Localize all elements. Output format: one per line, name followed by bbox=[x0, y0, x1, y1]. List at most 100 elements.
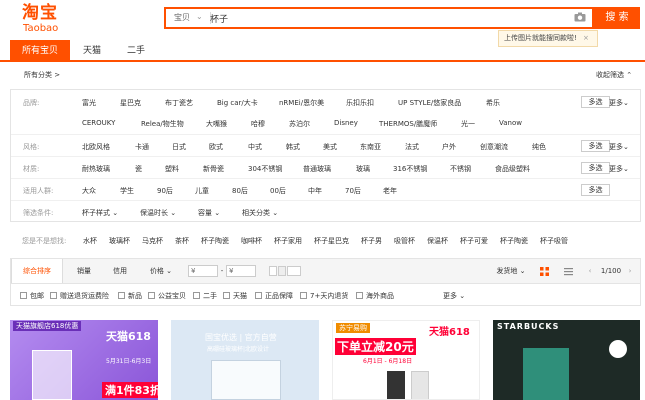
attr-option[interactable]: nRMEi/恩尔美 bbox=[279, 98, 324, 108]
checkbox[interactable] bbox=[356, 292, 363, 299]
related-search-word[interactable]: 马克杯 bbox=[142, 236, 163, 246]
checkbox[interactable] bbox=[20, 292, 27, 299]
attr-option[interactable]: THERMOS/膳魔师 bbox=[379, 119, 437, 129]
attr-option[interactable]: 瓷 bbox=[135, 164, 142, 174]
checkbox[interactable] bbox=[255, 292, 262, 299]
checkbox[interactable] bbox=[223, 292, 230, 299]
attr-option[interactable]: UP STYLE/悠家良品 bbox=[398, 98, 461, 108]
filter-second-hand[interactable]: 二手 bbox=[193, 291, 217, 301]
related-search-word[interactable]: 玻璃杯 bbox=[109, 236, 130, 246]
view-toggle-icon[interactable] bbox=[278, 266, 286, 276]
multi-select-button[interactable]: 多选 bbox=[581, 162, 610, 174]
attr-option[interactable]: 食品级塑料 bbox=[495, 164, 530, 174]
filter-7day-return[interactable]: 7+天内退货 bbox=[300, 291, 348, 301]
product-card[interactable]: 国宝优选 | 官方自营 高硼硅玻璃杯|北欧设计 bbox=[171, 320, 319, 400]
camera-icon[interactable] bbox=[574, 12, 586, 22]
attr-option[interactable]: 日式 bbox=[172, 142, 186, 152]
search-button[interactable]: 搜 索 bbox=[594, 7, 640, 29]
attr-option[interactable]: 法式 bbox=[405, 142, 419, 152]
attr-option[interactable]: 布丁瓷艺 bbox=[165, 98, 193, 108]
grid-view-icon[interactable] bbox=[540, 267, 549, 276]
attr-option[interactable]: 老年 bbox=[383, 186, 397, 196]
filter-charity[interactable]: 公益宝贝 bbox=[148, 291, 186, 301]
breadcrumb[interactable]: 所有分类 > bbox=[24, 70, 60, 80]
more-button[interactable]: 更多⌄ bbox=[609, 164, 629, 174]
chevron-down-icon[interactable]: ⌄ bbox=[196, 12, 203, 21]
filter-genuine[interactable]: 正品保障 bbox=[255, 291, 293, 301]
next-page-icon[interactable]: › bbox=[625, 259, 635, 283]
attr-option[interactable]: 新骨瓷 bbox=[203, 164, 224, 174]
multi-select-button[interactable]: 多选 bbox=[581, 184, 610, 196]
filter-overseas[interactable]: 海外商品 bbox=[356, 291, 394, 301]
sort-price[interactable]: 价格 ⌄ bbox=[141, 259, 181, 283]
related-search-word[interactable]: 杯子陶瓷 bbox=[201, 236, 229, 246]
filters-more-button[interactable]: 更多 ⌄ bbox=[443, 291, 465, 301]
related-search-word[interactable]: 杯子男 bbox=[361, 236, 382, 246]
attr-option[interactable]: 00后 bbox=[270, 186, 286, 196]
taobao-logo[interactable]: 淘宝 Taobao bbox=[22, 4, 70, 35]
condition-dropdown[interactable]: 保温时长 ⌄ bbox=[140, 208, 176, 218]
search-input[interactable] bbox=[210, 11, 570, 25]
attr-option[interactable]: 中式 bbox=[248, 142, 262, 152]
attr-option[interactable]: 星巴克 bbox=[120, 98, 141, 108]
attr-option[interactable]: 学生 bbox=[120, 186, 134, 196]
attr-option[interactable]: 户外 bbox=[442, 142, 456, 152]
attr-option[interactable]: 塑料 bbox=[165, 164, 179, 174]
related-search-word[interactable]: 保温杯 bbox=[427, 236, 448, 246]
attr-option[interactable]: 80后 bbox=[232, 186, 248, 196]
attr-option[interactable]: Vanow bbox=[499, 119, 522, 127]
attr-option[interactable]: 哈穆 bbox=[251, 119, 265, 129]
condition-dropdown[interactable]: 容量 ⌄ bbox=[198, 208, 220, 218]
condition-dropdown[interactable]: 相关分类 ⌄ bbox=[242, 208, 278, 218]
attr-option[interactable]: 中年 bbox=[308, 186, 322, 196]
checkbox[interactable] bbox=[300, 292, 307, 299]
related-search-word[interactable]: 水杯 bbox=[83, 236, 97, 246]
attr-option[interactable]: 创意潮流 bbox=[480, 142, 508, 152]
filter-new[interactable]: 新品 bbox=[118, 291, 142, 301]
collapse-filter-button[interactable]: 收起筛选 ⌃ bbox=[596, 70, 632, 80]
ship-from-select[interactable]: 发货地 ⌄ bbox=[491, 259, 531, 283]
more-button[interactable]: 更多⌄ bbox=[609, 142, 629, 152]
related-search-word[interactable]: 杯子家用 bbox=[274, 236, 302, 246]
attr-option[interactable]: 90后 bbox=[157, 186, 173, 196]
tab-tmall[interactable]: 天猫 bbox=[72, 40, 112, 62]
more-button[interactable]: 更多⌄ bbox=[609, 98, 629, 108]
attr-option[interactable]: 大众 bbox=[82, 186, 96, 196]
checkbox[interactable] bbox=[148, 292, 155, 299]
related-search-word[interactable]: 杯子星巴克 bbox=[314, 236, 349, 246]
attr-option[interactable]: Big car/大卡 bbox=[217, 98, 258, 108]
tab-all-items[interactable]: 所有宝贝 bbox=[10, 40, 70, 62]
condition-dropdown[interactable]: 杯子样式 ⌄ bbox=[82, 208, 118, 218]
related-search-word[interactable]: 杯子可爱 bbox=[460, 236, 488, 246]
attr-option[interactable]: 光一 bbox=[461, 119, 475, 129]
price-min-input[interactable]: ¥ bbox=[188, 265, 218, 277]
attr-option[interactable]: 纯色 bbox=[532, 142, 546, 152]
attr-option[interactable]: 耐热玻璃 bbox=[82, 164, 110, 174]
attr-option[interactable]: 乐扣乐扣 bbox=[346, 98, 374, 108]
product-card[interactable]: STARBUCKS bbox=[493, 320, 640, 400]
price-max-input[interactable]: ¥ bbox=[226, 265, 256, 277]
attr-option[interactable]: CEROUKY bbox=[82, 119, 115, 127]
attr-option[interactable]: 富光 bbox=[82, 98, 96, 108]
related-search-word[interactable]: 茶杯 bbox=[175, 236, 189, 246]
attr-option[interactable]: 70后 bbox=[345, 186, 361, 196]
attr-option[interactable]: 卡通 bbox=[135, 142, 149, 152]
sort-credit[interactable]: 信用 bbox=[105, 259, 135, 283]
product-card[interactable]: 天猫旗舰店618优惠 天猫618 5月31日-6月3日 满1件83折 bbox=[10, 320, 158, 400]
attr-option[interactable]: 希乐 bbox=[486, 98, 500, 108]
attr-option[interactable]: 韩式 bbox=[286, 142, 300, 152]
related-search-word[interactable]: 咖啡杯 bbox=[241, 236, 262, 246]
multi-select-button[interactable]: 多选 bbox=[581, 96, 610, 108]
related-search-word[interactable]: 杯子陶瓷 bbox=[500, 236, 528, 246]
product-card[interactable]: 苏宁易购 天猫618 下单立减20元 6月1日 - 6月18日 bbox=[332, 320, 480, 400]
search-scope-select[interactable]: 宝贝 bbox=[174, 12, 190, 23]
filter-free-shipping[interactable]: 包邮 bbox=[20, 291, 44, 301]
view-toggle-icon[interactable] bbox=[287, 266, 301, 276]
sort-sales[interactable]: 销量 bbox=[69, 259, 99, 283]
attr-option[interactable]: 儿童 bbox=[195, 186, 209, 196]
view-toggle-icon[interactable] bbox=[269, 266, 277, 276]
related-search-word[interactable]: 杯子吸管 bbox=[540, 236, 568, 246]
attr-option[interactable]: 欧式 bbox=[209, 142, 223, 152]
sort-default[interactable]: 综合排序 bbox=[11, 259, 63, 283]
attr-option[interactable]: 玻璃 bbox=[356, 164, 370, 174]
